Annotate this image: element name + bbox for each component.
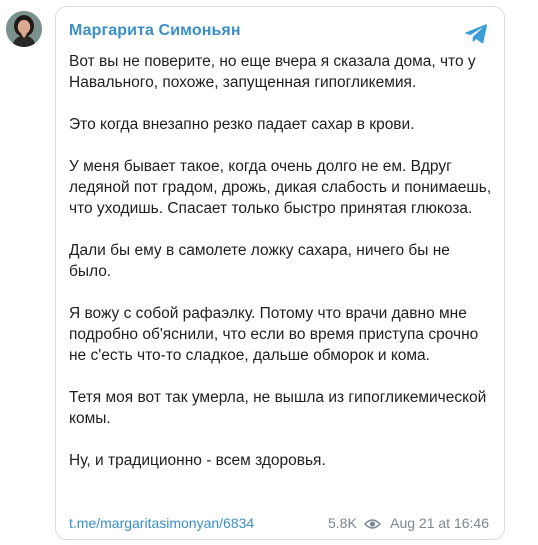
message-paragraph: Дали бы ему в самолете ложку сахара, нич… — [69, 242, 450, 280]
post-link[interactable]: t.me/margaritasimonyan/6834 — [69, 515, 254, 531]
view-count: 5.8K — [328, 515, 357, 531]
message-card: Маргарита Симоньян Вот вы не поверите, н… — [55, 6, 505, 540]
message-paragraph: Это когда внезапно резко падает сахар в … — [69, 116, 415, 133]
profile-photo-icon — [6, 11, 42, 47]
message-footer: t.me/margaritasimonyan/6834 5.8K Aug 21 … — [69, 515, 492, 533]
message-paragraph: Вот вы не поверите, но еще вчера я сказа… — [69, 53, 476, 91]
message-paragraph: Ну, и традиционно - всем здоровья. — [69, 452, 326, 469]
telegram-icon[interactable] — [464, 23, 488, 45]
message-paragraph: У меня бывает такое, когда очень долго н… — [69, 158, 492, 217]
eye-icon — [364, 519, 381, 529]
post-timestamp[interactable]: Aug 21 at 16:46 — [390, 515, 489, 531]
message-paragraph: Тетя моя вот так умерла, не вышла из гип… — [69, 389, 487, 427]
channel-name[interactable]: Маргарита Симоньян — [69, 22, 241, 40]
message-paragraph: Я вожу с собой рафаэлку. Потому что врач… — [69, 305, 479, 364]
message-text: Вот вы не поверите, но еще вчера я сказа… — [69, 51, 494, 471]
avatar[interactable] — [6, 11, 42, 47]
